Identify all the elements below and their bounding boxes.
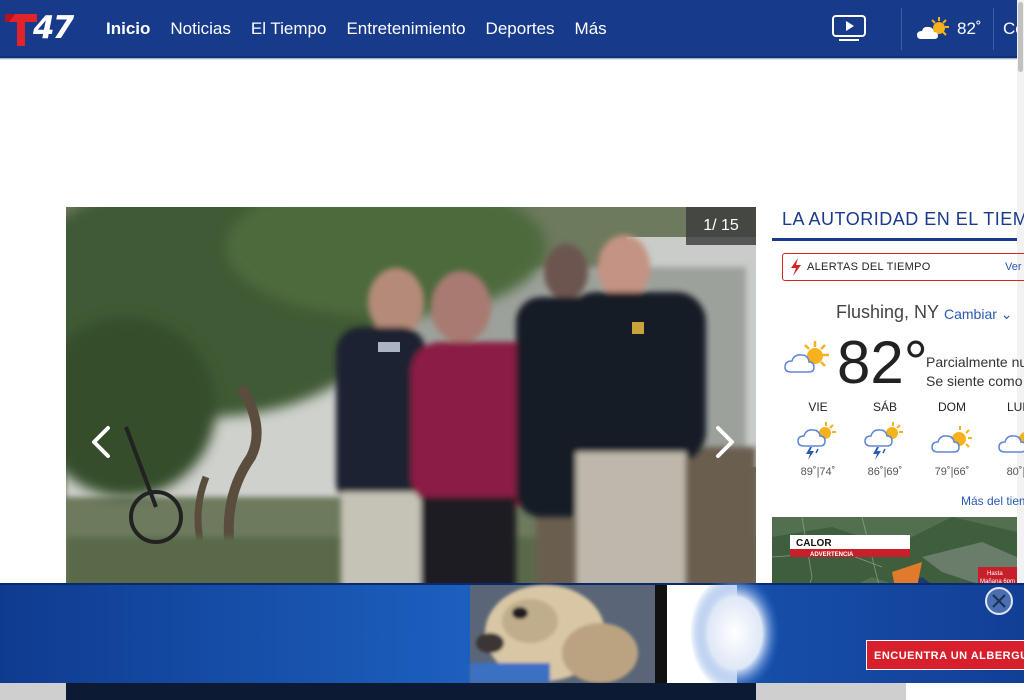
more-weather-link[interactable]: Más del tiempo xyxy=(961,494,1024,508)
chevron-right-icon[interactable] xyxy=(710,422,740,462)
nav-item-deportes[interactable]: Deportes xyxy=(486,19,555,39)
forecast-day: LUN 80˚|6 xyxy=(989,400,1024,478)
forecast-range: 89˚|74˚ xyxy=(800,466,836,478)
map-alert-title: CALOR xyxy=(796,538,832,549)
chevron-left-icon[interactable] xyxy=(86,422,116,462)
map-alert-sub: ADVERTENCIA xyxy=(810,552,854,558)
forecast-range: 80˚|6 xyxy=(1006,466,1024,478)
nav-item-inicio[interactable]: Inicio xyxy=(106,19,150,39)
forecast-range: 79˚|66˚ xyxy=(934,466,970,478)
partly-sunny-icon xyxy=(998,432,1024,453)
telemundo-47-logo[interactable]: 47 xyxy=(5,8,80,48)
partly-sunny-icon[interactable] xyxy=(915,15,953,43)
forecast-day-name: LUN xyxy=(1006,400,1024,414)
forecast-day-name: VIE xyxy=(808,400,828,414)
close-ad-button[interactable] xyxy=(985,587,1013,615)
forecast-range: 86˚|69˚ xyxy=(867,466,903,478)
live-tv-icon[interactable] xyxy=(831,14,867,42)
map-box-line1: Hasta xyxy=(987,571,1003,577)
partly-sunny-icon xyxy=(931,426,972,453)
main-nav: Inicio Noticias El Tiempo Entretenimient… xyxy=(106,0,627,58)
close-icon xyxy=(992,594,1006,608)
below-ad-strip xyxy=(0,683,1024,700)
feels-like: Se siente como xyxy=(926,373,1023,389)
forecast-day-name: DOM xyxy=(938,400,966,414)
change-location-link[interactable]: Cambiar ⌄ xyxy=(944,306,1013,323)
header-divider xyxy=(901,8,902,50)
section-underline xyxy=(772,238,1017,241)
forecast-day-name: SÁB xyxy=(872,400,897,414)
gallery-counter: 1/ 15 xyxy=(686,207,756,245)
ad-cta-button[interactable]: ENCUENTRA UN ALBERGUE xyxy=(866,640,1024,670)
weather-location: Flushing, NY xyxy=(836,302,940,322)
forecast-day: VIE 89˚|74˚ xyxy=(788,400,848,478)
weather-alerts-bar[interactable]: ALERTAS DEL TIEMPO Ver xyxy=(782,253,1024,281)
partly-sunny-icon xyxy=(784,341,829,373)
change-location-label: Cambiar xyxy=(944,306,997,322)
header-divider xyxy=(993,8,994,50)
forecast-day: SÁB 86˚|69˚ xyxy=(855,400,915,478)
gallery-bottom-edge xyxy=(66,683,756,700)
header-temperature[interactable]: 82˚ xyxy=(957,19,982,39)
current-temperature: 82° xyxy=(837,329,928,396)
weather-alerts-link[interactable]: Ver xyxy=(1005,261,1022,273)
nav-item-noticias[interactable]: Noticias xyxy=(170,19,230,39)
thunderstorm-icon xyxy=(797,422,836,460)
logo-number: 47 xyxy=(33,10,74,46)
weather-section-title: LA AUTORIDAD EN EL TIEMPO xyxy=(782,209,1024,229)
nav-item-mas[interactable]: Más xyxy=(575,19,607,39)
lightning-bolt-icon xyxy=(791,258,801,276)
nav-item-entretenimiento[interactable]: Entretenimiento xyxy=(346,19,465,39)
forecast-day: DOM 79˚|66˚ xyxy=(922,400,982,478)
weather-alerts-label: ALERTAS DEL TIEMPO xyxy=(807,261,931,273)
scrollbar-thumb[interactable] xyxy=(1018,2,1023,72)
nav-item-el-tiempo[interactable]: El Tiempo xyxy=(251,19,327,39)
thunderstorm-icon xyxy=(864,422,903,460)
weather-description: Parcialmente nublado xyxy=(926,354,1024,370)
chevron-down-icon: ⌄ xyxy=(996,306,1013,322)
